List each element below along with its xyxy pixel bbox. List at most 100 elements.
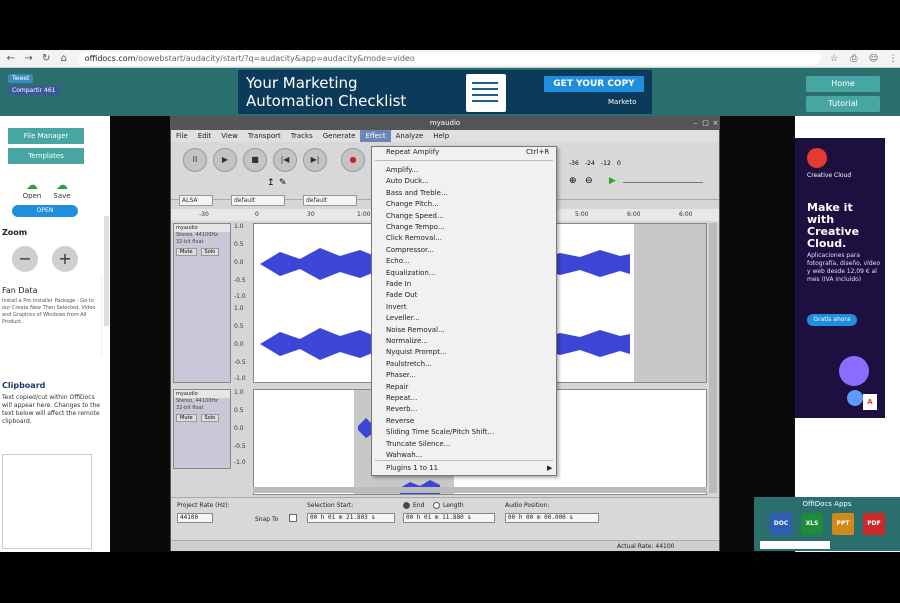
- menu-item-effect[interactable]: Amplify...: [386, 165, 418, 176]
- menu-item-effect[interactable]: Normalize...: [386, 336, 428, 347]
- menu-item-effect[interactable]: Invert: [386, 302, 407, 313]
- play-at-speed-icon[interactable]: ▶: [609, 176, 616, 186]
- skip-start-icon[interactable]: |◀: [273, 148, 297, 172]
- menu-transport[interactable]: Transport: [243, 130, 286, 142]
- cloud-save-button[interactable]: ☁ Save: [50, 178, 74, 200]
- menu-item-effect[interactable]: Phaser...: [386, 370, 416, 381]
- home-icon[interactable]: ⌂: [57, 52, 71, 66]
- pause-icon[interactable]: II: [183, 148, 207, 172]
- selection-start-field[interactable]: 00 h 01 m 21.803 s: [307, 513, 395, 523]
- menu-effect[interactable]: Effect: [360, 130, 391, 142]
- open-button[interactable]: OPEN: [12, 205, 78, 217]
- app-xls-icon[interactable]: XLS: [801, 513, 823, 535]
- track-name[interactable]: myaudio: [174, 390, 230, 398]
- zoom-in-icon[interactable]: ⊕: [569, 176, 577, 186]
- print-icon[interactable]: ⎙: [847, 52, 861, 66]
- track-control-panel[interactable]: myaudio Stereo, 44100Hz 32-bit float Mut…: [173, 389, 231, 469]
- menu-item-effect[interactable]: Paulstretch...: [386, 359, 432, 370]
- audio-position-field[interactable]: 00 h 00 m 00.000 s: [505, 513, 599, 523]
- menu-item-effect[interactable]: Fade In: [386, 279, 411, 290]
- tweet-button[interactable]: Tweet: [8, 74, 34, 83]
- account-icon[interactable]: ☺: [867, 52, 881, 66]
- address-bar[interactable]: offidocs.com/oowebstart/audacity/start/?…: [78, 52, 822, 65]
- menu-item-effect[interactable]: Change Tempo...: [386, 222, 445, 233]
- sidebar-scrollbar[interactable]: [104, 216, 109, 326]
- cc-free-button[interactable]: Gratis ahora: [807, 314, 857, 326]
- host-select[interactable]: ALSA: [179, 195, 213, 206]
- skip-end-icon[interactable]: ▶|: [303, 148, 327, 172]
- menu-item-repeat-amplify[interactable]: Repeat Amplify: [386, 147, 439, 158]
- get-copy-button[interactable]: GET YOUR COPY: [544, 76, 644, 92]
- menu-item-effect[interactable]: Auto Duck...: [386, 176, 429, 187]
- project-rate-select[interactable]: 44100: [177, 513, 213, 523]
- menu-view[interactable]: View: [216, 130, 243, 142]
- share-button[interactable]: Compartir 461: [8, 86, 60, 95]
- menu-item-effect[interactable]: Reverse: [386, 416, 414, 427]
- menu-item-effect[interactable]: Sliding Time Scale/Pitch Shift...: [386, 427, 494, 438]
- selection-tool-icon[interactable]: ↥: [267, 178, 275, 188]
- file-manager-button[interactable]: File Manager: [8, 128, 84, 144]
- menu-file[interactable]: File: [171, 130, 193, 142]
- menu-item-effect[interactable]: Repeat...: [386, 393, 417, 404]
- menu-item-effect[interactable]: Truncate Silence...: [386, 439, 450, 450]
- draw-tool-icon[interactable]: ✎: [279, 178, 287, 188]
- apps-search-input[interactable]: [760, 541, 830, 549]
- clipboard-textarea[interactable]: [2, 454, 92, 549]
- close-icon[interactable]: ×: [711, 119, 720, 128]
- menu-item-effect[interactable]: Leveller...: [386, 313, 420, 324]
- cloud-open-button[interactable]: ☁ Open: [20, 178, 44, 200]
- marketo-ad[interactable]: Your Marketing Automation Checklist GET …: [238, 70, 652, 114]
- menu-icon[interactable]: ⋮: [886, 52, 900, 66]
- menu-analyze[interactable]: Analyze: [391, 130, 429, 142]
- menu-item-plugins[interactable]: Plugins 1 to 11: [386, 463, 438, 474]
- play-icon[interactable]: ▶: [213, 148, 237, 172]
- tutorial-button[interactable]: Tutorial: [806, 96, 880, 112]
- track-control-panel[interactable]: myaudio Stereo, 44100Hz 32-bit float Mut…: [173, 223, 231, 383]
- end-radio[interactable]: [403, 502, 410, 509]
- selection-end-field[interactable]: 00 h 01 m 11.880 s: [403, 513, 495, 523]
- zoom-out-button[interactable]: −: [12, 246, 38, 272]
- minimize-icon[interactable]: –: [691, 119, 700, 128]
- track-name[interactable]: myaudio: [174, 224, 230, 232]
- menu-item-effect[interactable]: Change Pitch...: [386, 199, 439, 210]
- input-device-select[interactable]: default: [231, 195, 285, 206]
- menu-item-effect[interactable]: Nyquist Prompt...: [386, 347, 447, 358]
- solo-button[interactable]: Solo: [200, 414, 220, 422]
- templates-button[interactable]: Templates: [8, 148, 84, 164]
- record-icon[interactable]: ●: [341, 148, 365, 172]
- home-button[interactable]: Home: [806, 76, 880, 92]
- menu-item-effect[interactable]: Echo...: [386, 256, 410, 267]
- menu-item-effect[interactable]: Reverb...: [386, 404, 417, 415]
- menu-item-effect[interactable]: Click Removal...: [386, 233, 442, 244]
- menu-item-effect[interactable]: Change Speed...: [386, 211, 444, 222]
- star-icon[interactable]: ☆: [827, 52, 841, 66]
- creative-cloud-ad[interactable]: Creative Cloud Make it with Creative Clo…: [795, 138, 885, 418]
- output-device-select[interactable]: default: [303, 195, 357, 206]
- menu-generate[interactable]: Generate: [318, 130, 361, 142]
- snap-checkbox[interactable]: [289, 514, 297, 522]
- maximize-icon[interactable]: □: [701, 119, 710, 128]
- menu-tracks[interactable]: Tracks: [286, 130, 318, 142]
- vertical-scrollbar[interactable]: [709, 223, 717, 493]
- mute-button[interactable]: Mute: [176, 248, 197, 256]
- reload-icon[interactable]: ↻: [39, 52, 53, 66]
- menu-item-effect[interactable]: Noise Removal...: [386, 325, 445, 336]
- app-ppt-icon[interactable]: PPT: [832, 513, 854, 535]
- zoom-in-button[interactable]: +: [52, 246, 78, 272]
- solo-button[interactable]: Solo: [200, 248, 220, 256]
- menu-help[interactable]: Help: [428, 130, 454, 142]
- menu-edit[interactable]: Edit: [193, 130, 217, 142]
- menu-item-effect[interactable]: Repair: [386, 382, 408, 393]
- mute-button[interactable]: Mute: [176, 414, 197, 422]
- speed-slider[interactable]: [623, 182, 703, 183]
- zoom-out-icon[interactable]: ⊖: [585, 176, 593, 186]
- stop-icon[interactable]: ■: [243, 148, 267, 172]
- app-doc-icon[interactable]: DOC: [770, 513, 792, 535]
- menu-item-effect[interactable]: Bass and Treble...: [386, 188, 448, 199]
- menu-item-effect[interactable]: Compressor...: [386, 245, 434, 256]
- length-radio[interactable]: [433, 502, 440, 509]
- menu-item-effect[interactable]: Equalization...: [386, 268, 436, 279]
- menu-item-effect[interactable]: Fade Out: [386, 290, 417, 301]
- app-pdf-icon[interactable]: PDF: [863, 513, 885, 535]
- forward-icon[interactable]: →: [22, 52, 36, 66]
